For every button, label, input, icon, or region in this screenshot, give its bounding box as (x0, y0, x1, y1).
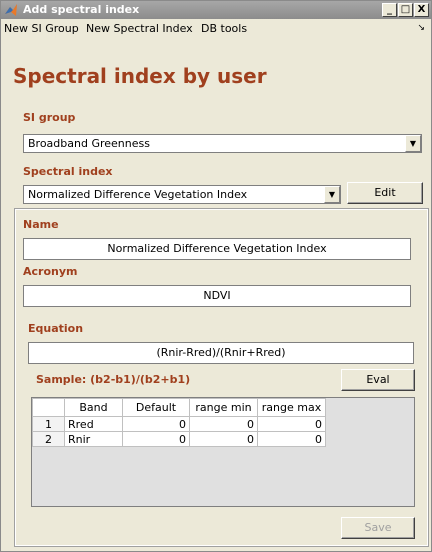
menu-bar: New SI Group New Spectral Index DB tools… (1, 19, 431, 39)
column-header-band[interactable]: Band (64, 398, 123, 417)
spectral-index-value: Normalized Difference Vegetation Index (28, 188, 248, 201)
add-spectral-index-window: Add spectral index _ □ X New SI Group Ne… (0, 0, 432, 552)
column-header-range-min[interactable]: range min (189, 398, 258, 417)
table-row: 1 Rred 0 0 0 (32, 416, 326, 432)
chevron-down-icon[interactable]: ▼ (324, 186, 340, 203)
column-header-range-max[interactable]: range max (257, 398, 326, 417)
save-button[interactable]: Save (341, 517, 415, 539)
column-header-default[interactable]: Default (122, 398, 190, 417)
equation-label: Equation (28, 322, 84, 335)
sample-label: Sample: (b2-b1)/(b2+b1) (36, 373, 191, 386)
maximize-button[interactable]: □ (398, 3, 413, 17)
column-header-index (32, 398, 65, 417)
range-max-cell[interactable]: 0 (257, 416, 326, 432)
range-min-cell[interactable]: 0 (189, 416, 258, 432)
toolbar-arrow-icon[interactable]: ↘ (417, 23, 425, 33)
title-bar[interactable]: Add spectral index _ □ X (1, 1, 431, 19)
chevron-down-icon[interactable]: ▼ (405, 135, 421, 152)
spectral-index-dropdown[interactable]: Normalized Difference Vegetation Index ▼ (23, 185, 341, 204)
window-title: Add spectral index (23, 3, 140, 16)
edit-button[interactable]: Edit (347, 182, 423, 204)
name-label: Name (23, 218, 59, 231)
matlab-logo-icon (5, 4, 17, 16)
band-cell[interactable]: Rnir (64, 431, 123, 447)
eval-button[interactable]: Eval (341, 369, 415, 391)
si-group-value: Broadband Greenness (28, 137, 150, 150)
acronym-label: Acronym (23, 265, 78, 278)
menu-new-spectral-index[interactable]: New Spectral Index (86, 22, 193, 35)
table-row: 2 Rnir 0 0 0 (32, 431, 326, 447)
row-index-cell: 1 (32, 416, 65, 432)
spectral-index-label: Spectral index (23, 165, 113, 178)
menu-db-tools[interactable]: DB tools (201, 22, 247, 35)
range-max-cell[interactable]: 0 (257, 431, 326, 447)
acronym-field[interactable]: NDVI (23, 285, 411, 307)
name-field[interactable]: Normalized Difference Vegetation Index (23, 238, 411, 260)
minimize-button[interactable]: _ (382, 3, 397, 17)
default-cell[interactable]: 0 (122, 416, 190, 432)
si-group-label: SI group (23, 111, 76, 124)
si-group-dropdown[interactable]: Broadband Greenness ▼ (23, 134, 422, 153)
menu-new-si-group[interactable]: New SI Group (4, 22, 79, 35)
range-min-cell[interactable]: 0 (189, 431, 258, 447)
row-index-cell: 2 (32, 431, 65, 447)
band-cell[interactable]: Rred (64, 416, 123, 432)
default-cell[interactable]: 0 (122, 431, 190, 447)
page-title: Spectral index by user (13, 64, 267, 88)
table-header-row: Band Default range min range max (32, 398, 326, 417)
close-button[interactable]: X (414, 3, 429, 17)
bands-table[interactable]: Band Default range min range max 1 Rred … (31, 397, 415, 507)
equation-field[interactable]: (Rnir-Rred)/(Rnir+Rred) (28, 342, 414, 364)
